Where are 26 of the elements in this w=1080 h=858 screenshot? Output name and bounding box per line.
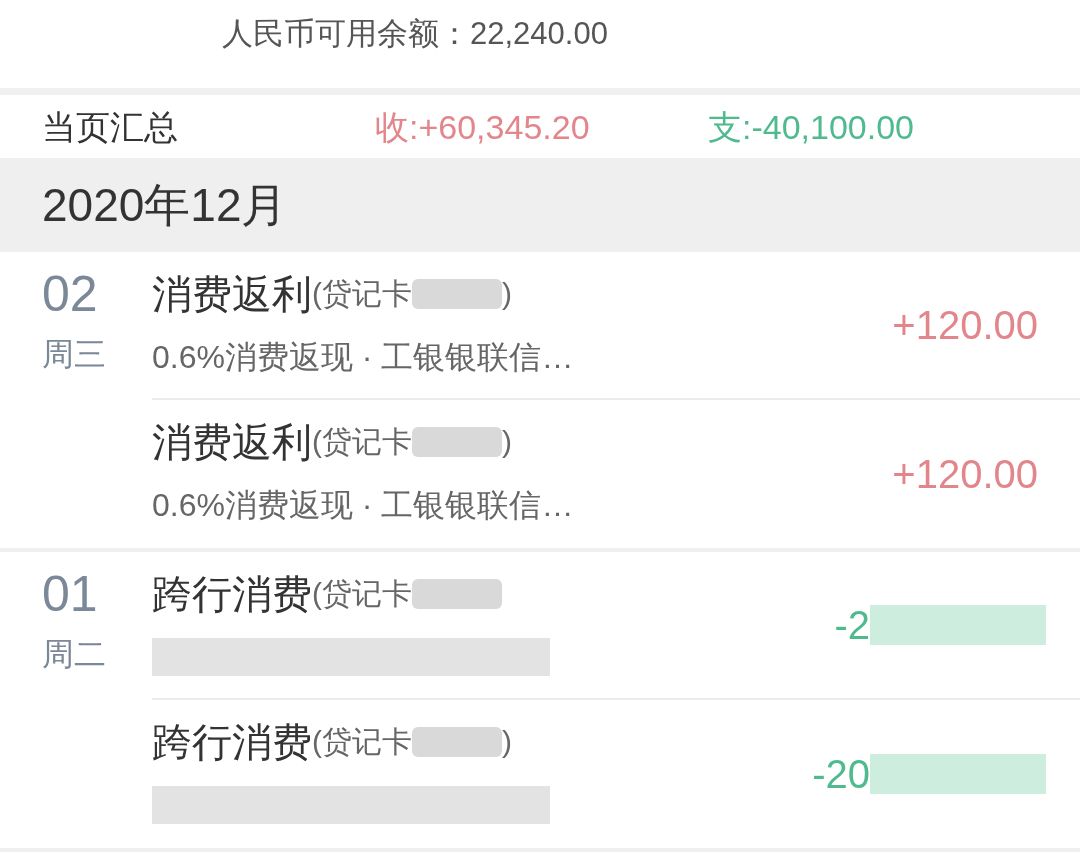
day-number: 01 [42,566,98,622]
account-closing: ) [502,276,512,312]
account-closing: ) [502,724,512,760]
weekday-label: 周二 [42,635,106,674]
account-label: (贷记卡 [312,576,412,612]
transaction-amount: -20 [812,751,870,798]
transaction-detail: 0.6%消费返现 · 工银银联信… [152,486,574,525]
transaction-amount: +120.00 [892,451,1038,498]
transaction-detail: 0.6%消费返现 · 工银银联信… [152,338,574,377]
day-number: 02 [42,266,98,322]
account-label: (贷记卡 [312,276,412,312]
weekday-label: 周三 [42,335,106,374]
transaction-title: 消费返利 [152,420,312,464]
transaction-title: 跨行消费 [152,572,312,616]
expense-total: 支:-40,100.00 [708,106,915,148]
summary-label: 当页汇总 [42,106,179,148]
transaction-amount: +120.00 [892,302,1038,349]
transaction-amount: -2 [834,602,870,649]
account-label: (贷记卡 [312,424,412,460]
available-balance: 人民币可用余额：22,240.00 [222,15,608,53]
transaction-title: 跨行消费 [152,720,312,764]
account-closing: ) [502,424,512,460]
month-label: 2020年12月 [42,178,288,232]
income-total: 收:+60,345.20 [375,106,591,148]
account-label: (贷记卡 [312,724,412,760]
transaction-title: 消费返利 [152,272,312,316]
